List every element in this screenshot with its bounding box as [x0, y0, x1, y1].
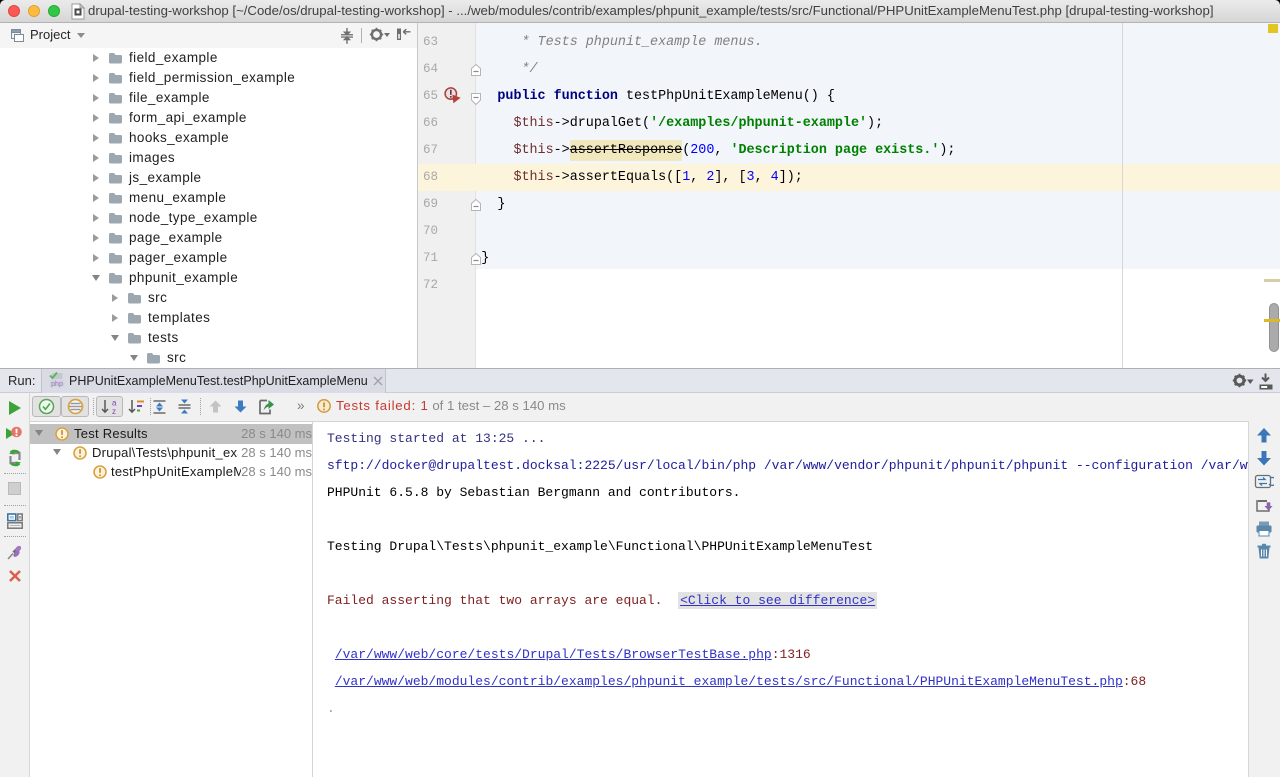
svg-text:z: z: [112, 407, 116, 415]
svg-text:php: php: [51, 381, 63, 388]
